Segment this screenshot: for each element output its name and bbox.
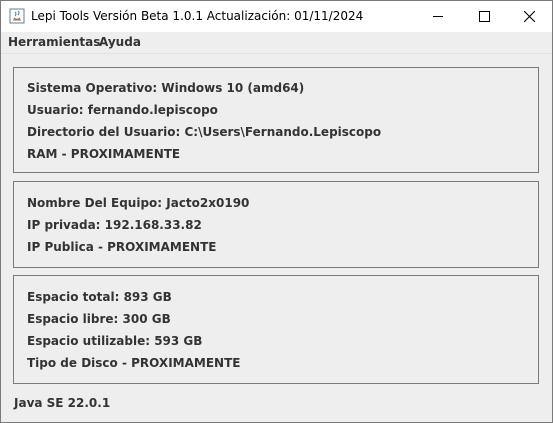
network-info-panel: Nombre Del Equipo: Jacto2x0190 IP privad… bbox=[13, 181, 539, 268]
os-info: Sistema Operativo: Windows 10 (amd64) bbox=[27, 81, 305, 95]
menu-ayuda[interactable]: Ayuda bbox=[99, 35, 141, 49]
ram-info: RAM - PROXIMAMENTE bbox=[27, 147, 181, 161]
disk-info-panel: Espacio total: 893 GB Espacio libre: 300… bbox=[13, 275, 539, 384]
window-title: Lepi Tools Versión Beta 1.0.1 Actualizac… bbox=[31, 9, 364, 23]
system-info-panel: Sistema Operativo: Windows 10 (amd64) Us… bbox=[13, 67, 539, 173]
public-ip-info: IP Publica - PROXIMAMENTE bbox=[27, 240, 217, 254]
java-app-icon bbox=[9, 8, 25, 24]
close-icon bbox=[523, 11, 535, 22]
minimize-icon bbox=[432, 16, 443, 17]
private-ip-info: IP privada: 192.168.33.82 bbox=[27, 218, 202, 232]
minimize-button[interactable] bbox=[415, 1, 461, 32]
user-directory-info: Directorio del Usuario: C:\Users\Fernand… bbox=[27, 125, 382, 139]
usable-space-info: Espacio utilizable: 593 GB bbox=[27, 334, 203, 348]
free-space-info: Espacio libre: 300 GB bbox=[27, 312, 171, 326]
java-version-label: Java SE 22.0.1 bbox=[14, 396, 111, 410]
main-content: Sistema Operativo: Windows 10 (amd64) Us… bbox=[1, 54, 552, 422]
user-info: Usuario: fernando.lepiscopo bbox=[27, 103, 218, 117]
title-bar[interactable]: Lepi Tools Versión Beta 1.0.1 Actualizac… bbox=[1, 1, 552, 32]
app-window: Lepi Tools Versión Beta 1.0.1 Actualizac… bbox=[0, 0, 553, 423]
disk-type-info: Tipo de Disco - PROXIMAMENTE bbox=[27, 356, 241, 370]
menu-bar: Herramientas Ayuda bbox=[1, 32, 552, 54]
menu-herramientas[interactable]: Herramientas bbox=[8, 35, 100, 49]
maximize-icon bbox=[478, 11, 490, 22]
total-space-info: Espacio total: 893 GB bbox=[27, 290, 172, 304]
computer-name-info: Nombre Del Equipo: Jacto2x0190 bbox=[27, 196, 250, 210]
close-button[interactable] bbox=[506, 1, 552, 32]
maximize-button[interactable] bbox=[461, 1, 507, 32]
